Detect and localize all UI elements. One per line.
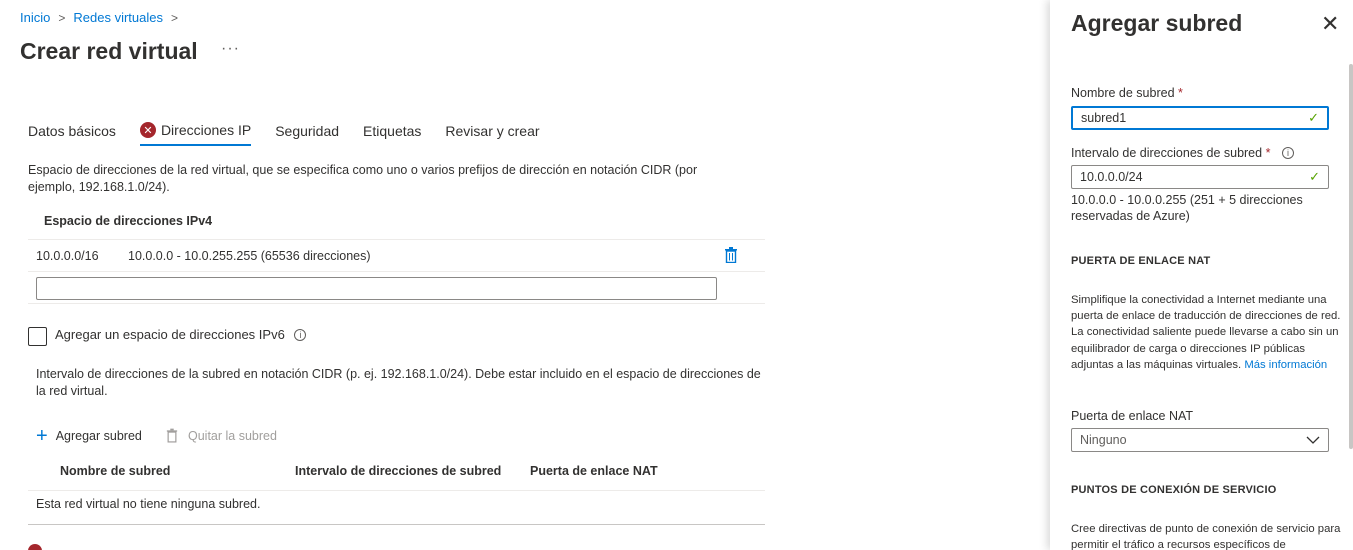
ipv6-checkbox[interactable] — [28, 327, 47, 346]
tab-label: Datos básicos — [28, 123, 116, 139]
divider — [28, 490, 765, 491]
divider — [28, 524, 765, 525]
info-icon[interactable]: i — [1281, 147, 1294, 159]
label-text: Intervalo de direcciones de subred — [1071, 146, 1263, 160]
subnet-description: Intervalo de direcciones de la subred en… — [36, 367, 761, 398]
chevron-right-icon: > — [170, 10, 178, 25]
add-subnet-panel: Agregar subred ✕ Nombre de subred * subr… — [1050, 0, 1353, 550]
learn-more-link[interactable]: Más información — [1244, 359, 1327, 371]
chevron-down-icon — [1306, 436, 1320, 444]
address-space-description: Espacio de direcciones de la red virtual… — [28, 163, 698, 194]
panel-scrollbar[interactable] — [1349, 64, 1353, 449]
panel-title: Agregar subred — [1071, 10, 1243, 36]
divider — [28, 303, 765, 304]
nat-gateway-select[interactable]: Ninguno — [1071, 428, 1329, 452]
ipv4-cidr: 10.0.0.0/16 — [36, 249, 99, 263]
chevron-right-icon: > — [58, 10, 66, 25]
plus-icon: + — [36, 425, 48, 447]
select-value: Ninguno — [1080, 433, 1127, 447]
ipv6-label: Agregar un espacio de direcciones IPv6 — [55, 327, 285, 342]
checkmark-icon: ✓ — [1308, 110, 1319, 125]
required-mark: * — [1265, 146, 1271, 160]
info-icon[interactable]: i — [294, 329, 307, 341]
error-icon: ✕ — [139, 122, 156, 138]
page-title: Crear red virtual — [20, 38, 198, 64]
column-header-name[interactable]: Nombre de subred — [60, 464, 170, 478]
tab-bar: Datos básicos ✕ Direcciones IP Seguridad… — [28, 122, 564, 146]
nat-description: Simplifique la conectividad a Internet m… — [1071, 292, 1341, 373]
breadcrumb-virtual-networks[interactable]: Redes virtuales — [73, 10, 163, 25]
add-subnet-label: Agregar subred — [55, 429, 142, 443]
tab-tags[interactable]: Etiquetas — [363, 122, 421, 146]
subnet-range-label: Intervalo de direcciones de subred * i — [1071, 146, 1294, 160]
ipv4-range: 10.0.0.0 - 10.0.255.255 (65536 direccion… — [128, 249, 371, 263]
endpoints-section-title: PUNTOS DE CONEXIÓN DE SERVICIO — [1071, 484, 1277, 496]
column-header-nat[interactable]: Puerta de enlace NAT — [530, 464, 658, 478]
remove-subnet-label: Quitar la subred — [188, 428, 277, 443]
add-subnet-button[interactable]: + Agregar subred — [36, 425, 142, 447]
input-value: subred1 — [1081, 111, 1127, 125]
checkmark-icon: ✓ — [1309, 169, 1320, 184]
close-icon[interactable]: ✕ — [1321, 13, 1339, 35]
ipv6-label-wrap: Agregar un espacio de direcciones IPv6 i — [55, 327, 307, 342]
tab-label: Direcciones IP — [160, 122, 252, 138]
required-mark: * — [1178, 86, 1183, 100]
tab-ip-addresses[interactable]: ✕ Direcciones IP — [139, 122, 252, 146]
breadcrumb: Inicio > Redes virtuales > — [20, 10, 186, 25]
tab-label: Revisar y crear — [445, 123, 540, 139]
range-hint: 10.0.0.0 - 10.0.0.255 (251 + 5 direccion… — [1071, 193, 1303, 223]
trash-icon[interactable] — [724, 247, 738, 263]
nat-section-title: PUERTA DE ENLACE NAT — [1071, 255, 1211, 267]
input-value: 10.0.0.0/24 — [1080, 170, 1143, 184]
subnet-range-input[interactable]: 10.0.0.0/24 ✓ — [1071, 165, 1329, 189]
tab-label: Seguridad — [275, 123, 340, 139]
subnet-name-label: Nombre de subred * — [1071, 86, 1183, 100]
empty-subnets-message: Esta red virtual no tiene ninguna subred… — [36, 497, 261, 511]
ipv4-header: Espacio de direcciones IPv4 — [44, 214, 213, 228]
ipv4-address-input[interactable] — [36, 277, 717, 300]
tab-basics[interactable]: Datos básicos — [28, 122, 116, 146]
trash-icon — [166, 428, 178, 443]
tab-security[interactable]: Seguridad — [275, 122, 339, 146]
label-text: Nombre de subred — [1071, 86, 1175, 100]
column-header-range[interactable]: Intervalo de direcciones de subred — [295, 464, 501, 478]
divider — [28, 239, 765, 240]
ipv4-row: 10.0.0.0/16 10.0.0.0 - 10.0.255.255 (655… — [36, 249, 371, 263]
main-content: Inicio > Redes virtuales > Crear red vir… — [0, 0, 1050, 550]
tab-review-create[interactable]: Revisar y crear — [445, 122, 539, 146]
tab-label: Etiquetas — [363, 123, 422, 139]
subnet-name-input[interactable]: subred1 ✓ — [1071, 106, 1329, 130]
remove-subnet-button[interactable]: Quitar la subred — [166, 428, 277, 443]
endpoints-paragraph: Cree directivas de punto de conexión de … — [1071, 523, 1341, 550]
nat-gateway-label: Puerta de enlace NAT — [1071, 409, 1194, 423]
error-icon — [28, 544, 42, 550]
more-options-button[interactable]: ··· — [221, 40, 240, 58]
divider — [28, 271, 765, 272]
breadcrumb-home[interactable]: Inicio — [20, 10, 50, 25]
